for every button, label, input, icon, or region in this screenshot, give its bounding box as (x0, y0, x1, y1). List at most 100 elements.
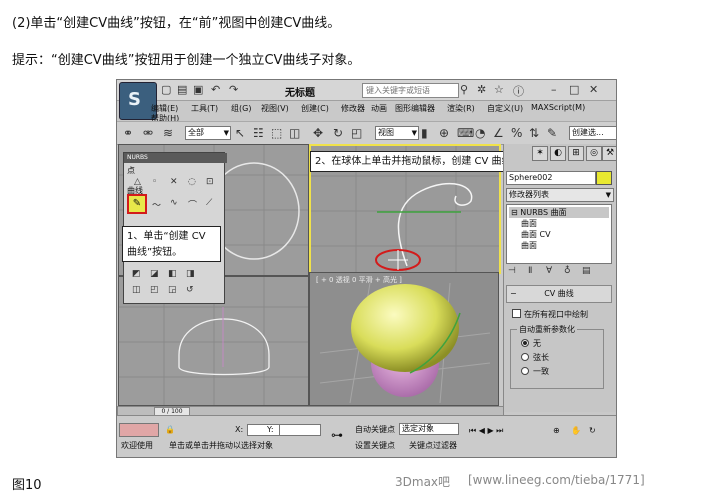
menu-group[interactable]: 组(G) (231, 103, 251, 114)
make-unique-icon[interactable]: ∀ (546, 266, 552, 276)
object-color-swatch[interactable] (596, 171, 612, 185)
lock-icon[interactable]: 🔒 (165, 425, 175, 434)
key-filters-button[interactable]: 关键点过滤器 (409, 440, 457, 451)
nurbs-toolbox-header[interactable]: NURBS (124, 153, 227, 163)
pan-icon[interactable]: ✋ (571, 426, 581, 435)
menu-tools[interactable]: 工具(T) (191, 103, 218, 114)
select-by-name-icon[interactable]: ☷ (253, 126, 264, 140)
save-icon[interactable]: ▣ (193, 83, 203, 96)
object-name-field[interactable]: Sphere002 (506, 171, 596, 185)
move-icon[interactable]: ✥ (313, 126, 323, 140)
keyboard-shortcut-icon[interactable]: ⌨ (457, 126, 474, 140)
surface-tool-6-icon[interactable]: ◰ (150, 285, 159, 295)
reference-coord-value: 视图 (378, 128, 394, 137)
play-controls[interactable]: ⏮ ◀ ▶ ⏭ (469, 426, 503, 436)
manipulate-icon[interactable]: ⊕ (439, 126, 449, 140)
community-icon[interactable]: ✲ (477, 83, 486, 96)
menu-customize[interactable]: 自定义(U) (487, 103, 523, 114)
pivot-icon[interactable]: ▮ (421, 126, 428, 140)
zoom-icon[interactable]: ⊕ (553, 426, 560, 435)
menu-graph-editors[interactable]: 图形编辑器 (395, 103, 435, 114)
set-key-button[interactable]: 设置关键点 (355, 440, 395, 451)
document-title: 无标题 (285, 88, 315, 99)
modifier-list-dropdown[interactable]: 修改器列表 ▼ (506, 188, 614, 202)
undo-icon[interactable]: ↶ (211, 83, 220, 96)
bind-spacewarp-icon[interactable]: ≋ (163, 126, 173, 140)
surface-tool-1-icon[interactable]: ◩ (132, 269, 141, 279)
radio-none[interactable]: 无 (521, 338, 541, 349)
configure-sets-icon[interactable]: ▤ (582, 266, 591, 276)
tab-display[interactable]: ◎ (586, 146, 602, 161)
selection-filter-dropdown[interactable]: 全部 ▼ (185, 126, 231, 140)
snap-icon[interactable]: ◔ (475, 126, 485, 140)
surface-tool-5-icon[interactable]: ◫ (132, 285, 141, 295)
percent-snap-icon[interactable]: % (511, 126, 522, 140)
blend-curve-icon[interactable]: ⌒ (188, 198, 197, 211)
spinner-snap-icon[interactable]: ⇅ (529, 126, 539, 140)
favorites-icon[interactable]: ☆ (494, 83, 504, 96)
tab-modify[interactable]: ◐ (550, 146, 566, 161)
redo-icon[interactable]: ↷ (229, 83, 238, 96)
curve-point-icon[interactable]: ✕ (170, 177, 178, 187)
surf-point-icon[interactable]: ◌ (188, 177, 196, 187)
surface-tool-2-icon[interactable]: ◪ (150, 269, 159, 279)
tab-hierarchy[interactable]: ⊞ (568, 146, 584, 161)
create-cv-curve-button[interactable]: ✎ (127, 194, 147, 214)
radio-chord-length[interactable]: 弦长 (521, 352, 549, 363)
surface-tool-4-icon[interactable]: ◨ (186, 269, 195, 279)
menu-maxscript[interactable]: MAXScript(M) (531, 103, 585, 112)
orbit-icon[interactable]: ↻ (589, 426, 596, 435)
menu-modifiers[interactable]: 修改器 (341, 103, 365, 114)
link-icon[interactable]: ⚭ (123, 126, 133, 140)
maxscript-listener-box[interactable] (119, 423, 159, 437)
fuse-points-icon[interactable]: ⊡ (206, 177, 214, 187)
y-coordinate-field[interactable] (279, 424, 321, 436)
surface-tool-8-icon[interactable]: ↺ (186, 285, 194, 295)
key-icon[interactable]: ⊶ (331, 428, 343, 442)
search-icon[interactable]: ⚲ (460, 83, 468, 96)
stack-item-surface[interactable]: 曲面 (521, 218, 537, 229)
key-mode-dropdown[interactable]: 选定对象 (399, 423, 459, 435)
cv-curve-rollout-header[interactable]: − CV 曲线 (506, 285, 612, 303)
remove-modifier-icon[interactable]: ♁ (564, 266, 571, 276)
stack-item-surface-cv[interactable]: 曲面 CV (521, 229, 551, 240)
fit-curve-icon[interactable]: ∿ (170, 198, 178, 208)
surface-tool-3-icon[interactable]: ◧ (168, 269, 177, 279)
edit-named-sel-icon[interactable]: ✎ (547, 126, 557, 140)
tab-create[interactable]: ✶ (532, 146, 548, 161)
close-icon[interactable]: ✕ (589, 83, 598, 96)
menu-create[interactable]: 创建(C) (301, 103, 329, 114)
draw-all-viewports-checkbox[interactable]: 在所有视口中绘制 (512, 309, 588, 320)
angle-snap-icon[interactable]: ∠ (493, 126, 504, 140)
surface-tool-7-icon[interactable]: ◲ (168, 285, 177, 295)
unlink-icon[interactable]: ⚮ (143, 126, 153, 140)
show-end-result-icon[interactable]: Ⅱ (528, 266, 532, 276)
offset-curve-icon[interactable]: ⟋ (206, 198, 212, 208)
viewport-perspective[interactable]: [ + 0 透视 0 平滑 + 高光 ] (309, 272, 499, 406)
offset-point-icon[interactable]: ◦ (152, 177, 157, 187)
rectangle-selection-icon[interactable]: ⬚ (271, 126, 282, 140)
auto-reparam-group: 自动重新参数化 无 弦长 一致 (510, 324, 604, 389)
select-object-icon[interactable]: ↖ (235, 126, 245, 140)
menu-rendering[interactable]: 渲染(R) (447, 103, 475, 114)
auto-key-button[interactable]: 自动关键点 (355, 424, 395, 435)
menu-animation[interactable]: 动画 (371, 103, 387, 114)
maximize-icon[interactable]: □ (569, 83, 579, 96)
pin-stack-icon[interactable]: ⊣ (508, 266, 516, 276)
stack-item-surface-2[interactable]: 曲面 (521, 240, 537, 251)
point-curve-icon[interactable]: 〜 (152, 198, 161, 211)
window-crossing-icon[interactable]: ◫ (289, 126, 300, 140)
help-icon[interactable]: ⓘ (513, 83, 524, 99)
reference-coord-dropdown[interactable]: 视图 ▼ (375, 126, 419, 140)
radio-uniform[interactable]: 一致 (521, 366, 549, 377)
scale-icon[interactable]: ◰ (351, 126, 362, 140)
open-icon[interactable]: ▤ (177, 83, 187, 96)
new-icon[interactable]: ▢ (161, 83, 171, 96)
named-selection-set-dropdown[interactable]: 创建选... (569, 126, 616, 140)
minimize-icon[interactable]: – (551, 83, 557, 96)
rotate-icon[interactable]: ↻ (333, 126, 343, 140)
menu-views[interactable]: 视图(V) (261, 103, 289, 114)
tab-utilities[interactable]: ⚒ (602, 146, 616, 161)
stack-item-nurbs[interactable]: ⊟ NURBS 曲面 (509, 207, 609, 218)
search-input[interactable]: 键入关键字或短语 (362, 83, 459, 98)
